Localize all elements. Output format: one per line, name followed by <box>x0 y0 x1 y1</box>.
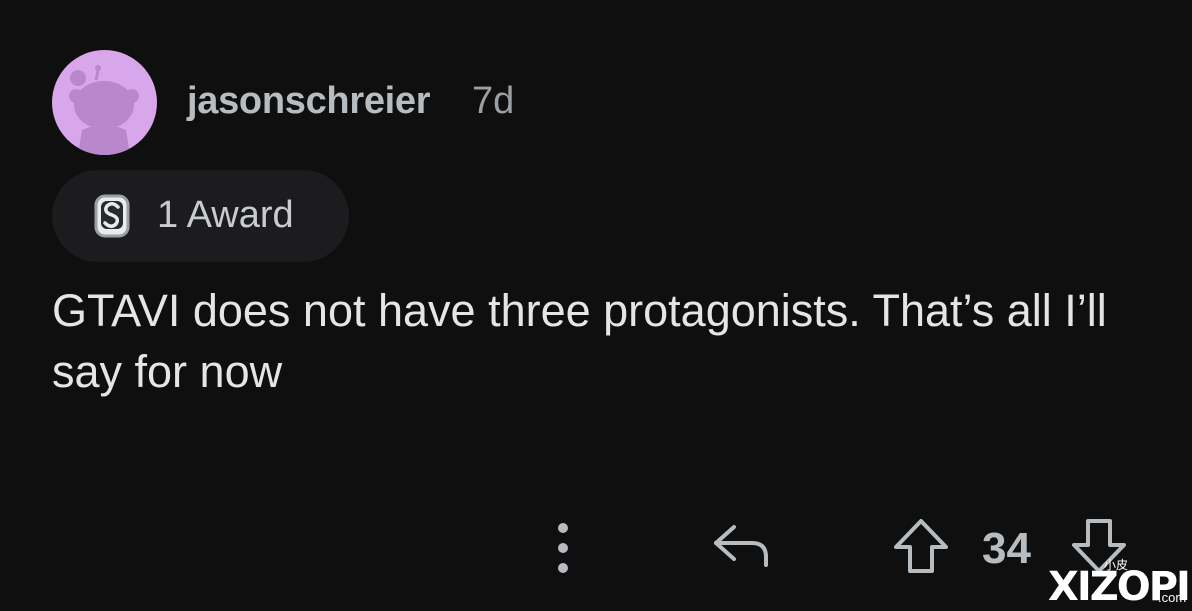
user-avatar[interactable] <box>52 50 157 155</box>
upvote-button[interactable] <box>890 515 952 577</box>
watermark-domain: .com <box>1158 590 1187 605</box>
vote-score: 34 <box>982 524 1031 573</box>
award-count-label: 1 Award <box>157 194 294 236</box>
reply-arrow-icon <box>714 525 768 567</box>
comment-age: 7d <box>472 80 515 122</box>
comment: jasonschreier 7d 1 Award GTAVI does not … <box>0 0 1192 611</box>
watermark: 小皮 XIZOPI .com <box>1048 556 1191 610</box>
award-icon <box>94 194 130 238</box>
comment-body: GTAVI does not have three protagonists. … <box>52 285 1107 397</box>
upvote-arrow-icon <box>894 519 948 573</box>
more-options-button[interactable] <box>542 518 584 578</box>
more-options-icon <box>558 523 568 573</box>
reddit-snoo-avatar-icon <box>69 65 139 155</box>
award-pill[interactable]: 1 Award <box>52 170 349 262</box>
reply-button[interactable] <box>706 515 776 577</box>
username[interactable]: jasonschreier <box>187 80 431 123</box>
